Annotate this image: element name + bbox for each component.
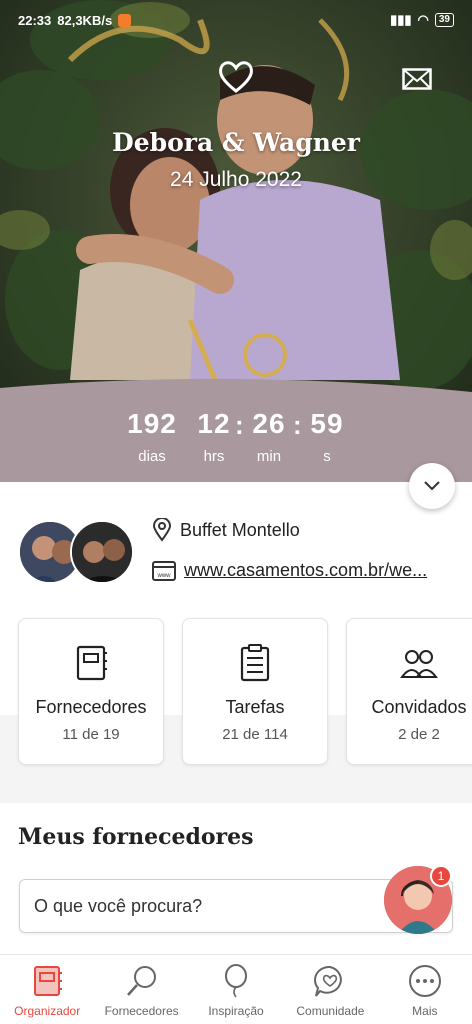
- countdown-minutes: 26 min: [248, 408, 290, 465]
- countdown-separator: :: [293, 410, 302, 440]
- nav-label: Mais: [412, 1004, 438, 1018]
- avatar-photo: [72, 522, 132, 582]
- card-fornecedores[interactable]: Fornecedores 11 de 19: [18, 618, 164, 765]
- card-title: Fornecedores: [35, 697, 147, 717]
- card-subtitle: 11 de 19: [62, 726, 120, 743]
- balloon-icon: [225, 964, 248, 998]
- status-speed: 82,3KB/s: [57, 12, 113, 28]
- hours-label: hrs: [203, 448, 225, 465]
- search-placeholder: O que você procura?: [34, 895, 203, 916]
- battery-icon: 39: [434, 13, 454, 27]
- card-title: Convidados: [371, 697, 467, 717]
- nav-label: Comunidade: [296, 1004, 365, 1018]
- organizer-icon: [34, 966, 63, 996]
- countdown-hours: 12 hrs: [194, 408, 234, 465]
- wifi-icon: ◠: [417, 12, 429, 27]
- seconds-value: 59: [310, 408, 344, 439]
- website-link[interactable]: www.casamentos.com.br/we...: [184, 560, 454, 581]
- venue-row: Buffet Montello: [152, 518, 300, 542]
- seconds-label: s: [323, 448, 331, 465]
- couple-names: Debora & Wagner: [112, 128, 360, 157]
- avatar: [70, 520, 134, 584]
- wedding-date: 24 Julho 2022: [170, 168, 302, 191]
- notebook-icon: [76, 645, 107, 681]
- venue-name: Buffet Montello: [180, 519, 300, 540]
- nav-label: Inspiração: [208, 1004, 264, 1018]
- card-subtitle: 21 de 114: [222, 726, 288, 743]
- web-icon: www: [152, 560, 176, 581]
- notification-badge: 1: [430, 865, 452, 887]
- app-screen: 22:33 82,3KB/s ▮▮▮ ◠ 39 Debora & Wagner …: [0, 0, 472, 1024]
- countdown-days: 192 dias: [122, 408, 182, 465]
- card-subtitle: 2 de 2: [398, 726, 440, 743]
- status-right: ▮▮▮ ◠ 39: [390, 12, 454, 28]
- nav-comunidade[interactable]: Comunidade: [283, 955, 377, 1024]
- status-time: 22:33: [18, 12, 52, 28]
- section-divider: [0, 795, 472, 803]
- guests-icon: [400, 650, 438, 678]
- chat-heart-icon: [314, 965, 343, 997]
- expand-button[interactable]: [409, 463, 455, 509]
- nav-inspiracao[interactable]: Inspiração: [189, 955, 283, 1024]
- more-icon: [408, 965, 441, 997]
- nav-fornecedores[interactable]: Fornecedores: [94, 955, 188, 1024]
- nav-mais[interactable]: Mais: [378, 955, 472, 1024]
- bottom-nav: Organizador Fornecedores Inspiração Comu…: [0, 954, 472, 1024]
- minutes-value: 26: [252, 408, 286, 439]
- days-value: 192: [127, 408, 177, 439]
- website-row[interactable]: www www.casamentos.com.br/we...: [152, 560, 454, 581]
- mail-icon[interactable]: [402, 68, 432, 90]
- checklist-icon: [240, 644, 270, 682]
- section-title: Meus fornecedores: [18, 824, 254, 850]
- signal-icon: ▮▮▮: [390, 12, 412, 27]
- card-tarefas[interactable]: Tarefas 21 de 114: [182, 618, 328, 765]
- search-icon: [126, 966, 156, 996]
- couple-avatars[interactable]: [18, 520, 134, 586]
- days-label: dias: [138, 448, 166, 465]
- minutes-label: min: [256, 448, 282, 465]
- chevron-down-icon: [424, 481, 440, 491]
- nav-organizador[interactable]: Organizador: [0, 955, 94, 1024]
- app-notification-icon: [118, 13, 132, 27]
- nav-label: Organizador: [14, 1004, 81, 1018]
- countdown-separator: :: [235, 410, 244, 440]
- countdown-seconds: 59 s: [306, 408, 348, 465]
- heart-icon[interactable]: [217, 58, 255, 94]
- nav-label: Fornecedores: [104, 1004, 179, 1018]
- status-left: 22:33 82,3KB/s: [18, 12, 132, 28]
- card-title: Tarefas: [225, 697, 285, 717]
- location-pin-icon: [152, 518, 172, 542]
- card-convidados[interactable]: Convidados 2 de 2: [346, 618, 472, 765]
- hours-value: 12: [197, 408, 231, 439]
- svg-text:www: www: [157, 573, 172, 579]
- status-bar: 22:33 82,3KB/s ▮▮▮ ◠ 39: [0, 0, 472, 40]
